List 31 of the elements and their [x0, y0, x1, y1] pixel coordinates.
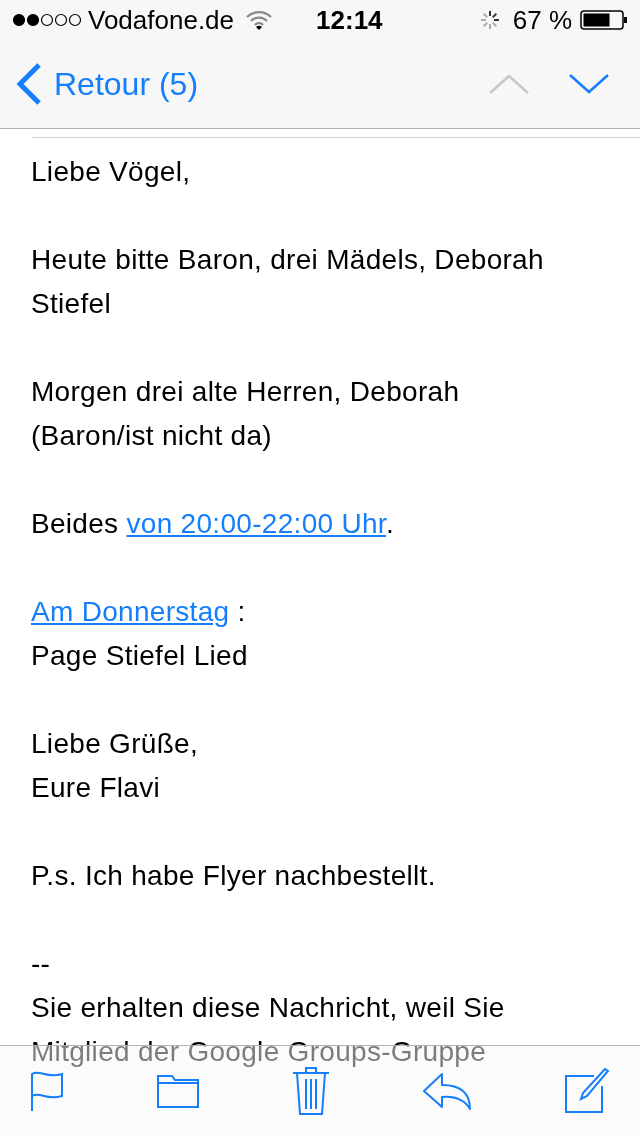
message-text: Beides von 20:00-22:00 Uhr.	[31, 507, 396, 541]
message-text: P.s. Ich habe Flyer nachbestellt.	[31, 859, 437, 893]
compose-icon	[564, 1068, 610, 1114]
message-text: Heute bitte Baron, drei Mädels, Deborah Stiefel	[31, 243, 545, 321]
trash-button[interactable]	[292, 1066, 330, 1116]
status-time: 12:14	[316, 7, 383, 33]
message-text: Eure Flavi	[31, 771, 162, 805]
message-text: Liebe Grüße,	[31, 727, 200, 761]
flag-button[interactable]	[30, 1070, 64, 1112]
folder-icon	[156, 1073, 200, 1109]
message-text: --	[31, 947, 52, 981]
reply-button[interactable]	[422, 1072, 472, 1110]
flag-icon	[30, 1070, 64, 1112]
message-link[interactable]: von 20:00-22:00 Uhr	[126, 508, 386, 539]
trash-icon	[292, 1066, 330, 1116]
back-button[interactable]: Retour (5)	[16, 63, 199, 105]
wifi-icon	[246, 10, 273, 30]
battery-icon	[580, 10, 628, 30]
message-text: Morgen drei alte Herren, Deborah (Baron/ist nicht da)	[31, 375, 461, 453]
compose-button[interactable]	[564, 1068, 610, 1114]
message-link[interactable]: Am Donnerstag	[31, 596, 230, 627]
message-text: Page Stiefel Lied	[31, 639, 249, 673]
back-chevron-icon	[16, 63, 42, 105]
reply-icon	[422, 1072, 472, 1110]
signal-strength-icon	[12, 13, 82, 27]
battery-percentage: 67 %	[512, 7, 572, 33]
message-text: Liebe Vögel,	[31, 155, 192, 189]
carrier-name: Vodafone.de	[88, 7, 235, 33]
message-text: Am Donnerstag :	[31, 595, 247, 629]
activity-spinner-icon	[478, 9, 501, 31]
folder-button[interactable]	[156, 1073, 200, 1109]
